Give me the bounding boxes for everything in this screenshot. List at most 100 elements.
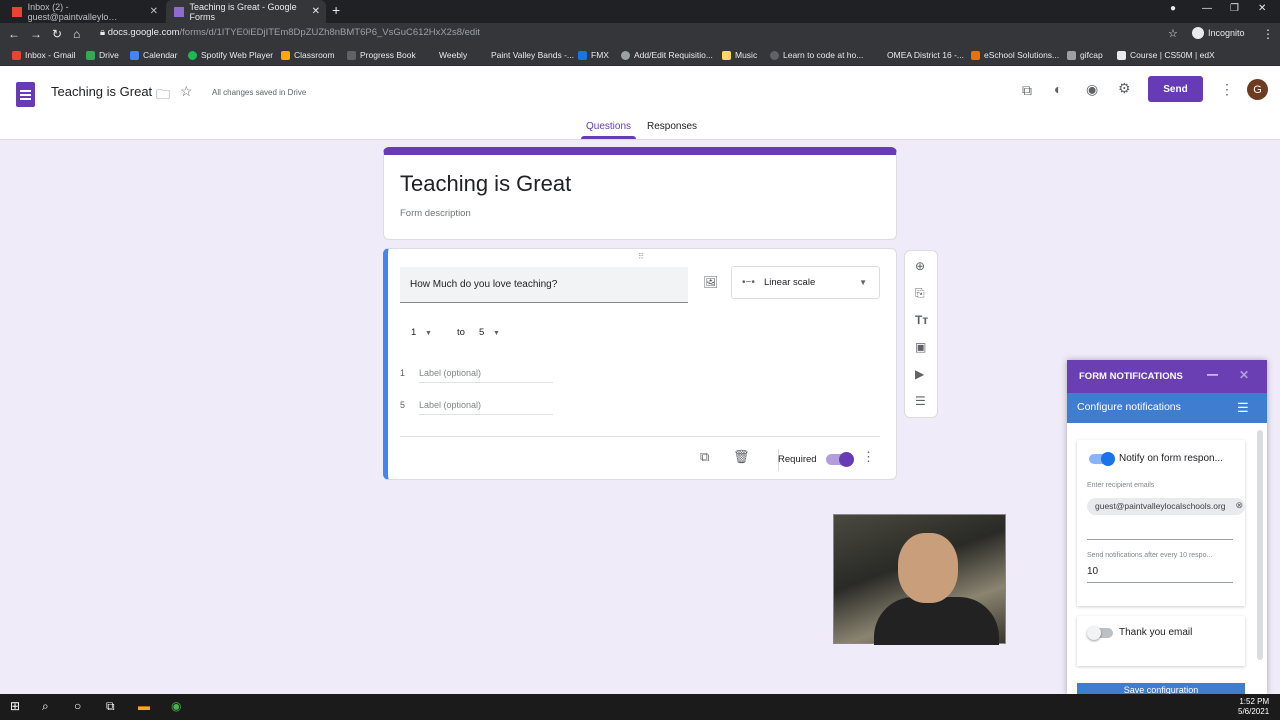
min-label-input[interactable]: Label (optional) bbox=[419, 368, 553, 383]
spotify-icon bbox=[188, 50, 197, 60]
folder-icon[interactable]: 🗀︎ bbox=[156, 84, 170, 108]
lock-icon: 🔒︎ bbox=[100, 27, 106, 38]
bookmark-item[interactable]: FMX bbox=[578, 50, 609, 60]
minimize-icon[interactable]: — bbox=[1207, 369, 1218, 381]
file-explorer-icon[interactable]: ▬ bbox=[138, 699, 150, 713]
frequency-input[interactable]: 10 bbox=[1087, 566, 1098, 577]
tab-forms[interactable]: Teaching is Great - Google Forms ✕ bbox=[166, 0, 326, 23]
send-button[interactable]: Send bbox=[1148, 76, 1203, 102]
add-image-icon[interactable]: ▣ bbox=[915, 340, 926, 354]
reload-icon[interactable]: ↻ bbox=[52, 27, 62, 41]
profile-dot-icon[interactable]: ● bbox=[1170, 3, 1176, 14]
bookmark-item[interactable]: Add/Edit Requisitio... bbox=[621, 50, 713, 60]
incognito-badge[interactable]: Incognito bbox=[1192, 27, 1245, 39]
question-text-input[interactable]: How Much do you love teaching? bbox=[400, 267, 688, 303]
bookmark-item[interactable]: Progress Book bbox=[347, 50, 416, 60]
chevron-down-icon: ▼ bbox=[492, 330, 500, 337]
task-view-icon[interactable]: ⧉ bbox=[106, 699, 115, 714]
import-questions-icon[interactable]: ⎘ bbox=[915, 286, 925, 301]
recipients-label: Enter recipient emails bbox=[1087, 482, 1155, 489]
browser-menu-icon[interactable]: ⋮ bbox=[1262, 27, 1274, 41]
requisition-icon bbox=[621, 50, 630, 60]
chevron-down-icon: ▼ bbox=[859, 278, 867, 287]
system-clock[interactable]: 1:52 PM 5/6/2021 bbox=[1238, 697, 1269, 717]
delete-trash-icon[interactable]: 🗑︎ bbox=[733, 449, 750, 465]
required-toggle[interactable] bbox=[826, 452, 854, 467]
address-bar: ← → ↻ ⌂ 🔒︎ docs.google.com/forms/d/1ITYE… bbox=[0, 23, 1280, 46]
settings-gear-icon[interactable]: ⚙ bbox=[1118, 80, 1131, 97]
question-type-select[interactable]: •−• Linear scale ▼ bbox=[731, 266, 880, 299]
forward-icon[interactable]: → bbox=[30, 27, 42, 41]
question-card[interactable]: ⠿ How Much do you love teaching? 🖼︎ •−• L… bbox=[383, 248, 897, 480]
palette-icon[interactable]: ◐ bbox=[1054, 81, 1062, 97]
windows-start-icon[interactable]: ⊞ bbox=[10, 699, 20, 713]
bookmark-item[interactable]: Spotify Web Player bbox=[188, 50, 273, 60]
more-options-icon[interactable]: ⋮ bbox=[862, 449, 875, 465]
bookmark-item[interactable]: eSchool Solutions... bbox=[971, 50, 1059, 60]
active-tab-indicator bbox=[581, 136, 636, 139]
close-tab-icon[interactable]: ✕ bbox=[312, 6, 320, 17]
tab-questions[interactable]: Questions bbox=[586, 121, 631, 132]
bookmark-item[interactable]: Learn to code at ho... bbox=[770, 50, 863, 60]
recipient-chip[interactable]: guest@paintvalleylocalschools.org ⊗ bbox=[1087, 498, 1245, 515]
tab-responses[interactable]: Responses bbox=[647, 121, 697, 132]
add-question-icon[interactable]: ⊕ bbox=[915, 259, 925, 273]
bookmark-item[interactable]: Inbox - Gmail bbox=[12, 50, 76, 60]
form-title[interactable]: Teaching is Great bbox=[400, 171, 571, 197]
max-label-input[interactable]: Label (optional) bbox=[419, 400, 553, 415]
recipients-input[interactable] bbox=[1087, 539, 1233, 540]
bookmark-item[interactable]: Weebly bbox=[426, 50, 467, 60]
tab-gmail[interactable]: Inbox (2) - guest@paintvalleylo… ✕ bbox=[4, 0, 164, 23]
remove-chip-icon[interactable]: ⊗ bbox=[1235, 500, 1243, 511]
close-tab-icon[interactable]: ✕ bbox=[150, 6, 158, 17]
duplicate-icon[interactable]: ⧉ bbox=[700, 449, 709, 465]
bookmark-item[interactable]: Drive bbox=[86, 50, 119, 60]
minimize-icon[interactable]: — bbox=[1202, 3, 1212, 14]
star-icon[interactable]: ☆ bbox=[180, 83, 193, 100]
thankyou-label: Thank you email bbox=[1119, 627, 1193, 638]
fmx-icon bbox=[578, 50, 587, 60]
add-image-icon[interactable]: 🖼︎ bbox=[703, 275, 718, 289]
hamburger-menu-icon[interactable]: ☰ bbox=[1237, 400, 1249, 416]
calendar-icon bbox=[130, 50, 139, 60]
home-icon[interactable]: ⌂ bbox=[73, 27, 80, 41]
bookmark-item[interactable]: gifcap bbox=[1067, 50, 1103, 60]
bookmark-item[interactable]: Classroom bbox=[281, 50, 335, 60]
new-tab-icon[interactable]: + bbox=[332, 2, 340, 18]
form-description-field[interactable]: Form description bbox=[400, 208, 471, 219]
scale-min-select[interactable]: 1 ▼ bbox=[411, 327, 432, 338]
save-configuration-button[interactable]: Save configuration bbox=[1077, 683, 1245, 694]
cortana-icon[interactable]: ○ bbox=[74, 699, 81, 713]
drag-handle-icon[interactable]: ⠿ bbox=[638, 252, 644, 261]
bookmark-item[interactable]: Paint Valley Bands -... bbox=[478, 50, 574, 60]
forms-header: Teaching is Great 🗀︎ ☆ All changes saved… bbox=[0, 66, 1280, 140]
close-icon[interactable]: ✕ bbox=[1239, 368, 1249, 382]
addons-puzzle-icon[interactable]: ⧉ bbox=[1022, 82, 1032, 99]
chrome-taskbar-icon[interactable]: ◉ bbox=[171, 699, 181, 713]
presenter-face bbox=[898, 533, 958, 603]
url-field[interactable]: 🔒︎ docs.google.com/forms/d/1ITYE0iEDjITE… bbox=[100, 27, 480, 38]
form-title-card[interactable]: Teaching is Great Form description bbox=[383, 147, 897, 240]
bookmark-star-icon[interactable]: ☆ bbox=[1168, 27, 1178, 40]
account-avatar[interactable]: G bbox=[1247, 79, 1268, 100]
document-title[interactable]: Teaching is Great bbox=[51, 84, 152, 99]
bookmark-item[interactable]: Music bbox=[722, 50, 757, 60]
google-forms-logo-icon[interactable] bbox=[16, 82, 35, 107]
bookmark-item[interactable]: OMEA District 16 -... bbox=[874, 50, 964, 60]
bookmark-item[interactable]: Calendar bbox=[130, 50, 178, 60]
add-video-icon[interactable]: ▶ bbox=[915, 367, 924, 381]
notify-toggle[interactable] bbox=[1089, 452, 1115, 466]
add-section-icon[interactable]: ☰ bbox=[915, 394, 926, 408]
preview-eye-icon[interactable]: ◉ bbox=[1086, 81, 1098, 98]
scale-max-select[interactable]: 5 ▼ bbox=[479, 327, 500, 338]
search-icon[interactable]: ⌕ bbox=[42, 699, 49, 714]
more-options-icon[interactable]: ⋮ bbox=[1220, 81, 1234, 98]
restore-icon[interactable]: ❐ bbox=[1230, 3, 1239, 14]
panel-scrollbar[interactable] bbox=[1257, 430, 1263, 660]
back-icon[interactable]: ← bbox=[8, 27, 20, 41]
thankyou-toggle[interactable] bbox=[1087, 626, 1113, 640]
save-status: All changes saved in Drive bbox=[212, 88, 307, 97]
close-window-icon[interactable]: ✕ bbox=[1258, 3, 1266, 14]
add-title-icon[interactable]: Tт bbox=[915, 313, 928, 327]
bookmark-item[interactable]: Course | CS50M | edX bbox=[1117, 50, 1215, 60]
